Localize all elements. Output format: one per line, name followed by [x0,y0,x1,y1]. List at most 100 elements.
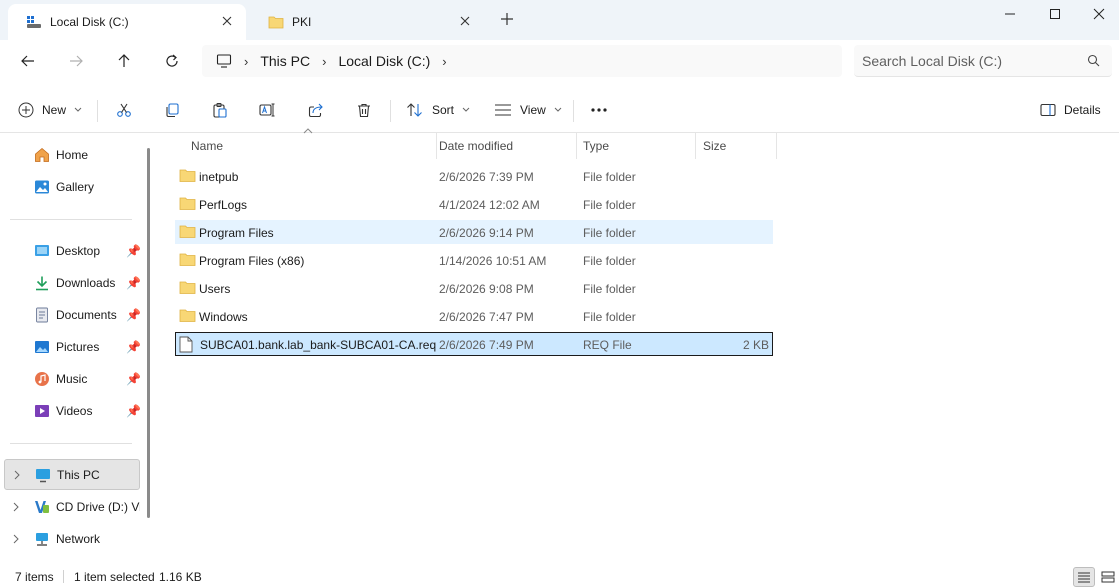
nav-item-desktop[interactable]: Desktop 📌 [4,236,140,266]
folder-icon [179,197,196,210]
file-type: File folder [583,310,636,324]
breadcrumb-this-pc[interactable]: This PC [260,53,310,69]
pin-icon[interactable]: 📌 [126,404,140,418]
new-button[interactable]: New [18,98,82,122]
sort-button[interactable]: Sort [406,98,470,122]
column-size[interactable]: Size [695,133,777,159]
nav-item-home[interactable]: Home [4,140,140,170]
file-name: Program Files [199,226,274,240]
nav-item-downloads[interactable]: Downloads 📌 [4,268,140,298]
file-row[interactable]: inetpub 2/6/2026 7:39 PM File folder [175,164,773,188]
refresh-icon [166,54,178,67]
column-header-row: Name Date modified Type Size [160,128,780,159]
paste-button[interactable] [212,98,228,122]
nav-label: Downloads [56,276,116,290]
pin-icon[interactable]: 📌 [126,244,140,258]
chevron-right-icon[interactable] [12,501,20,515]
file-name: inetpub [199,170,239,184]
desktop-icon [35,245,49,256]
arrow-up-icon [118,54,130,67]
folder-icon [179,309,196,322]
chevron-right-icon[interactable] [12,533,20,547]
copy-button[interactable] [164,98,180,122]
nav-label: Documents [56,308,117,322]
breadcrumb-local-disk[interactable]: Local Disk (C:) [338,53,430,69]
pin-icon[interactable]: 📌 [126,308,140,322]
cd-drive-icon [35,501,49,513]
tab-label: Local Disk (C:) [50,15,129,29]
column-name[interactable]: Name [183,133,437,159]
tab-local-disk[interactable]: Local Disk (C:) [8,4,246,40]
nav-label: Videos [56,404,93,418]
minimize-button[interactable] [990,4,1030,24]
back-button[interactable] [14,50,42,72]
refresh-button[interactable] [158,50,186,72]
nav-item-documents[interactable]: Documents 📌 [4,300,140,330]
status-divider [63,570,64,583]
home-icon [35,147,49,162]
up-button[interactable] [110,50,138,72]
new-tab-button[interactable] [500,12,522,32]
close-tab-icon[interactable] [220,14,234,28]
chevron-right-icon[interactable]: › [322,54,326,69]
forward-button[interactable] [62,50,90,72]
search-input[interactable] [862,49,1072,73]
list-view-icon [495,104,511,116]
file-date: 1/14/2026 10:51 AM [439,254,547,268]
nav-item-network[interactable]: Network [4,524,140,554]
file-type: File folder [583,226,636,240]
column-date-modified[interactable]: Date modified [431,133,577,159]
trash-icon [358,103,370,118]
scissors-icon [117,103,131,117]
pin-icon[interactable]: 📌 [126,340,140,354]
close-window-button[interactable] [1079,4,1119,24]
pin-icon[interactable]: 📌 [126,372,140,386]
plus-icon [501,13,513,25]
nav-item-gallery[interactable]: Gallery [4,172,140,202]
close-tab-icon[interactable] [458,14,472,28]
pin-icon[interactable]: 📌 [126,276,140,290]
file-row[interactable]: Program Files (x86) 1/14/2026 10:51 AM F… [175,248,773,272]
file-row[interactable]: Users 2/6/2026 9:08 PM File folder [175,276,773,300]
chevron-right-icon[interactable]: › [442,54,446,69]
nav-divider [10,219,132,220]
nav-item-this-pc[interactable]: This PC [4,459,140,490]
nav-label: Music [56,372,88,386]
share-button[interactable] [308,98,324,122]
maximize-button[interactable] [1035,4,1075,24]
toolbar-divider [573,100,574,122]
file-type: File folder [583,282,636,296]
plus-circle-icon [18,102,34,118]
file-row[interactable]: PerfLogs 4/1/2024 12:02 AM File folder [175,192,773,216]
file-row[interactable]: SUBCA01.bank.lab_bank-SUBCA01-CA.req 2/6… [175,332,773,356]
toolbar-divider [390,100,391,122]
nav-item-music[interactable]: Music 📌 [4,364,140,394]
details-view-button[interactable] [1073,567,1095,587]
details-pane-button[interactable]: Details [1040,98,1101,122]
cut-button[interactable] [116,98,132,122]
rename-button[interactable] [259,98,276,122]
file-row[interactable]: Program Files 2/6/2026 9:14 PM File fold… [175,220,773,244]
address-bar[interactable]: › This PC › Local Disk (C:) › [202,45,842,77]
nav-item-pictures[interactable]: Pictures 📌 [4,332,140,362]
delete-button[interactable] [356,98,372,122]
network-icon [36,533,48,546]
search-box[interactable] [854,45,1112,77]
tiles-view-button[interactable] [1097,567,1119,587]
close-icon [1093,8,1105,20]
folder-icon [179,225,196,238]
column-type[interactable]: Type [575,133,696,159]
file-row[interactable]: Windows 2/6/2026 7:47 PM File folder [175,304,773,328]
view-button[interactable]: View [494,98,562,122]
file-date: 2/6/2026 7:49 PM [439,338,534,352]
new-label: New [42,103,67,117]
nav-item-cd-drive[interactable]: CD Drive (D:) Vir [4,492,140,522]
nav-item-videos[interactable]: Videos 📌 [4,396,140,426]
search-icon[interactable] [1087,54,1100,67]
chevron-down-icon [462,107,470,112]
nav-scrollbar[interactable] [147,148,150,518]
chevron-right-icon[interactable] [13,469,21,483]
tab-pki[interactable]: PKI [250,4,484,40]
sort-icon [407,103,422,117]
more-options-button[interactable] [590,98,608,122]
